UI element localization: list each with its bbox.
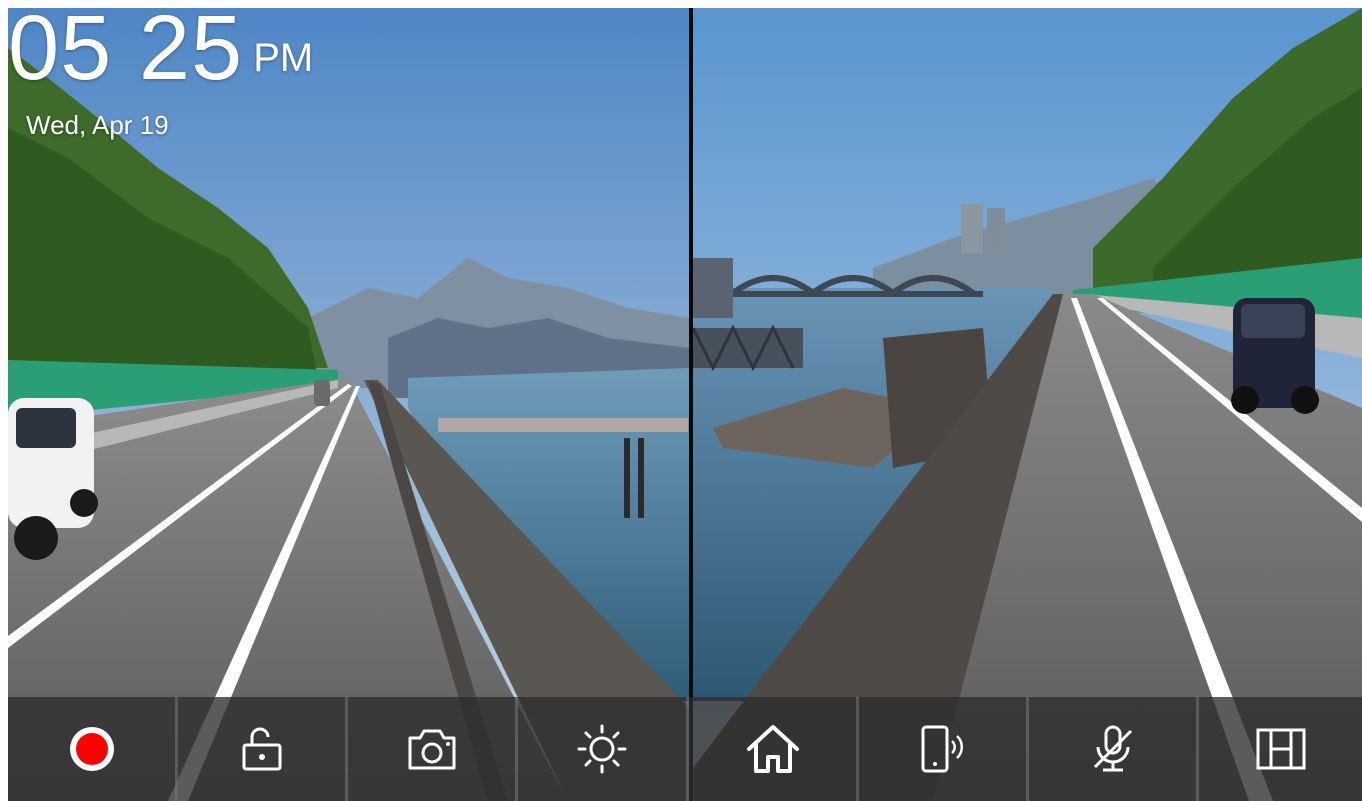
snapshot-button[interactable] [348, 697, 518, 801]
sun-icon [577, 724, 627, 774]
mic-mute-button[interactable] [1029, 697, 1199, 801]
clock-ampm: PM [253, 36, 314, 80]
rear-camera-view[interactable] [693, 8, 1362, 801]
record-icon [69, 727, 114, 771]
mic-off-icon [1093, 725, 1132, 772]
dashcam-screen: 05 25 PM Wed, Apr 19 [8, 8, 1362, 801]
clock-display: 05 25 PM [8, 8, 313, 94]
rear-camera-scene [693, 8, 1362, 801]
unlock-icon [242, 727, 281, 771]
record-button[interactable] [8, 697, 178, 801]
clock-date: Wed, Apr 19 [26, 110, 169, 140]
home-button[interactable] [689, 697, 859, 801]
clock-time: 05 25 [8, 8, 244, 99]
phone-connect-button[interactable] [859, 697, 1029, 801]
split-screen-icon [1256, 728, 1305, 770]
split-view-button[interactable] [1199, 697, 1362, 801]
bottom-toolbar [8, 697, 1362, 801]
brightness-button[interactable] [518, 697, 689, 801]
home-icon [746, 725, 799, 773]
phone-signal-icon [921, 725, 963, 773]
lock-button[interactable] [178, 697, 348, 801]
camera-icon [408, 729, 455, 770]
